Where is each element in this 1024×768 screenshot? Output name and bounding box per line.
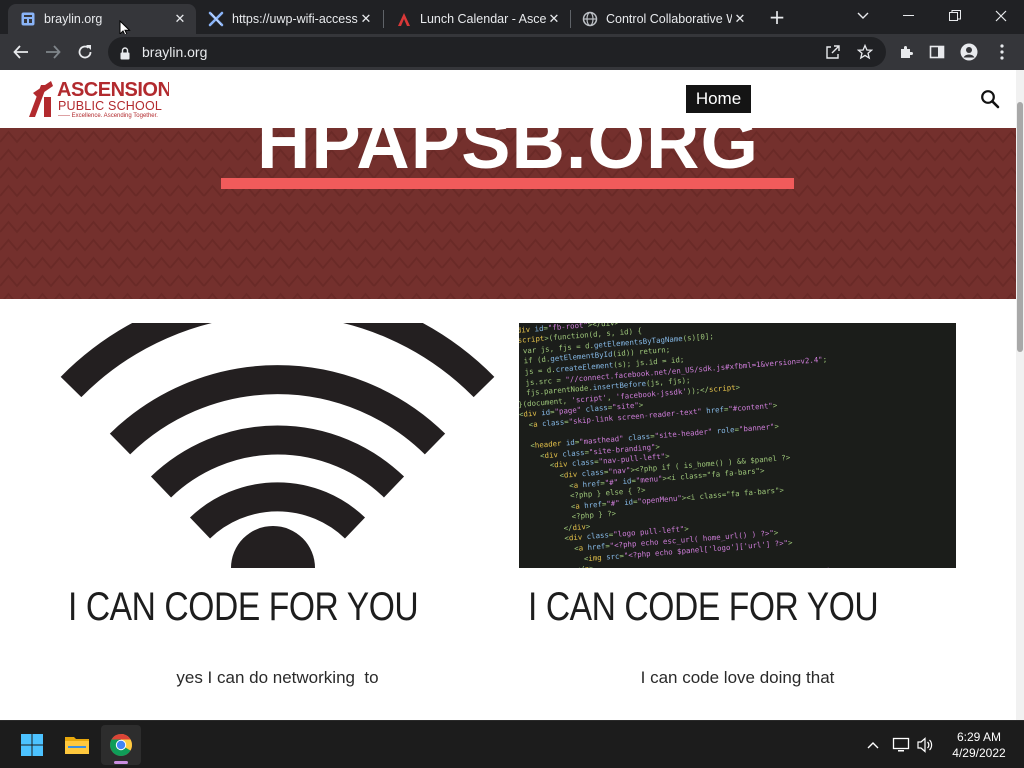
- search-icon[interactable]: [980, 89, 1000, 109]
- forward-button[interactable]: [39, 38, 67, 66]
- chrome-icon: [110, 734, 132, 756]
- tab-lunch-calendar[interactable]: Lunch Calendar - Ascen ✕: [384, 4, 570, 34]
- card-body-text: I can code love doing that: [640, 668, 835, 687]
- tab-search-dropdown-icon[interactable]: [840, 0, 886, 32]
- clock-date: 4/29/2022: [952, 746, 1006, 760]
- system-clock[interactable]: 6:29 AM 4/29/2022: [944, 729, 1014, 761]
- code-lines-decoration: 45 <body <?php body_class(); ?>> 46 <div…: [519, 323, 835, 568]
- browser-tab-strip: braylin.org ✕ https://uwp-wifi-access ✕ …: [0, 0, 1024, 38]
- windows-logo-icon: [21, 734, 43, 756]
- x-logo-icon: [208, 11, 224, 27]
- site-grid-icon: [20, 11, 36, 27]
- close-tab-icon[interactable]: ✕: [172, 11, 188, 27]
- profile-avatar-icon[interactable]: [959, 42, 979, 62]
- new-tab-button[interactable]: +: [766, 6, 788, 28]
- logo-subtitle: PUBLIC SCHOOL: [58, 99, 163, 113]
- wifi-icon: [60, 323, 495, 568]
- page-viewport: HPAPSB.ORG ASCENSION PUBLIC SCHOOL —— Ex…: [0, 70, 1024, 720]
- side-panel-icon[interactable]: [927, 42, 947, 62]
- nav-home-link[interactable]: Home: [686, 85, 751, 113]
- hero-banner: HPAPSB.ORG: [0, 128, 1016, 299]
- tab-braylin[interactable]: braylin.org ✕: [8, 4, 196, 34]
- folder-icon: [65, 737, 89, 754]
- site-header: ASCENSION PUBLIC SCHOOL —— Excellence. A…: [0, 70, 1016, 128]
- network-icon[interactable]: [891, 735, 911, 755]
- tab-title: https://uwp-wifi-access: [232, 12, 358, 26]
- tab-control-collaborative[interactable]: Control Collaborative W ✕: [570, 4, 756, 34]
- close-tab-icon[interactable]: ✕: [732, 11, 748, 27]
- reload-button[interactable]: [71, 38, 99, 66]
- logo-tagline: —— Excellence. Ascending Together.: [58, 113, 158, 119]
- browser-toolbar: braylin.org: [0, 34, 1024, 70]
- ascension-logo-mark: [29, 81, 53, 117]
- show-hidden-icons-chevron-icon[interactable]: [863, 735, 883, 755]
- close-window-button[interactable]: [978, 0, 1024, 32]
- volume-icon[interactable]: [916, 735, 936, 755]
- hero-accent-bar: [221, 178, 794, 189]
- minimize-button[interactable]: [886, 0, 932, 32]
- lock-icon[interactable]: [120, 45, 130, 64]
- tab-uwp-wifi[interactable]: https://uwp-wifi-access ✕: [196, 4, 382, 34]
- hero-title: HPAPSB.ORG: [256, 128, 760, 184]
- address-bar[interactable]: braylin.org: [108, 37, 886, 67]
- windows-taskbar: 6:29 AM 4/29/2022: [0, 720, 1024, 768]
- tab-title: Control Collaborative W: [606, 12, 732, 26]
- active-app-indicator: [114, 761, 128, 764]
- code-screenshot: 45 <body <?php body_class(); ?>> 46 <div…: [519, 323, 956, 568]
- ascension-logo-icon: [396, 11, 412, 27]
- close-tab-icon[interactable]: ✕: [358, 11, 374, 27]
- start-button[interactable]: [12, 725, 52, 765]
- globe-icon: [582, 11, 598, 27]
- page-scrollbar-thumb[interactable]: [1017, 102, 1023, 352]
- url-text: braylin.org: [142, 44, 208, 60]
- tab-title: Lunch Calendar - Ascen: [420, 12, 546, 26]
- file-explorer-button[interactable]: [57, 725, 97, 765]
- bookmark-star-icon[interactable]: [856, 43, 874, 61]
- clock-time: 6:29 AM: [956, 730, 1002, 744]
- share-icon[interactable]: [824, 43, 842, 61]
- extensions-puzzle-icon[interactable]: [896, 42, 916, 62]
- restore-button[interactable]: [932, 0, 978, 32]
- card-heading: I CAN CODE FOR YOU: [68, 585, 419, 629]
- card-heading: I CAN CODE FOR YOU: [528, 585, 879, 629]
- chrome-taskbar-button[interactable]: [101, 725, 141, 765]
- school-logo[interactable]: ASCENSION PUBLIC SCHOOL —— Excellence. A…: [27, 79, 169, 121]
- card-body-text: yes I can do networking to: [176, 668, 379, 687]
- close-tab-icon[interactable]: ✕: [546, 11, 562, 27]
- back-button[interactable]: [7, 38, 35, 66]
- tab-title: braylin.org: [44, 12, 103, 26]
- card-image: [59, 323, 496, 568]
- browser-menu-icon[interactable]: [992, 42, 1012, 62]
